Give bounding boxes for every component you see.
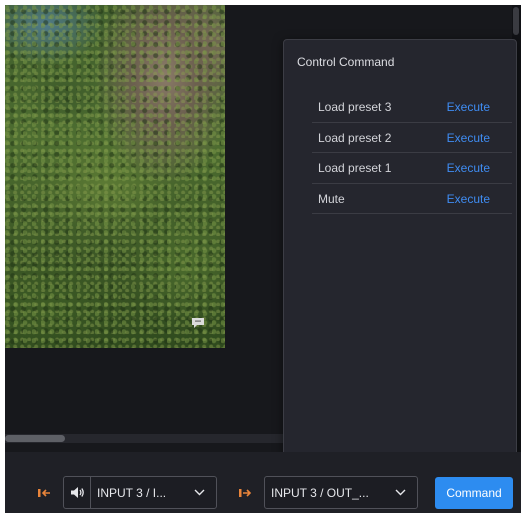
command-row: Load preset 1 Execute xyxy=(312,153,512,184)
input-select-value: INPUT 3 / I... xyxy=(97,486,167,500)
video-preview[interactable] xyxy=(5,5,225,348)
horizontal-scrollbar[interactable] xyxy=(5,434,305,443)
command-row: Mute Execute xyxy=(312,184,512,214)
command-label: Load preset 1 xyxy=(318,161,392,175)
app-window: Control Command Load preset 3 Execute Lo… xyxy=(5,5,521,513)
bottom-toolbar: INPUT 3 / I... INPUT 3 / OUT_... Command xyxy=(5,452,521,513)
control-command-popover: Control Command Load preset 3 Execute Lo… xyxy=(283,39,517,464)
horizontal-scrollbar-thumb[interactable] xyxy=(5,435,65,442)
command-label: Load preset 3 xyxy=(318,100,392,114)
chevron-down-icon xyxy=(395,489,406,496)
command-row: Load preset 3 Execute xyxy=(312,92,512,123)
execute-link[interactable]: Execute xyxy=(447,100,490,114)
command-label: Load preset 2 xyxy=(318,130,392,145)
execute-link[interactable]: Execute xyxy=(447,161,490,175)
arrow-left-icon xyxy=(38,489,50,497)
volume-icon xyxy=(71,487,84,498)
command-button[interactable]: Command xyxy=(435,477,513,509)
arrow-right-icon xyxy=(239,489,252,497)
execute-link[interactable]: Execute xyxy=(447,131,490,145)
output-select[interactable]: INPUT 3 / OUT_... xyxy=(264,476,418,509)
command-row: Load preset 2 Execute xyxy=(312,123,512,153)
command-label: Mute xyxy=(318,191,345,206)
popover-title: Control Command xyxy=(297,55,395,69)
volume-button[interactable] xyxy=(64,477,91,508)
video-texture xyxy=(5,5,225,348)
chevron-down-icon xyxy=(194,489,205,496)
output-select-value: INPUT 3 / OUT_... xyxy=(271,486,369,500)
vertical-scrollbar-thumb[interactable] xyxy=(513,7,519,35)
execute-link[interactable]: Execute xyxy=(447,192,490,206)
command-list: Load preset 3 Execute Load preset 2 Exec… xyxy=(312,92,512,214)
input-select[interactable]: INPUT 3 / I... xyxy=(63,476,217,509)
comment-icon[interactable] xyxy=(191,317,205,329)
